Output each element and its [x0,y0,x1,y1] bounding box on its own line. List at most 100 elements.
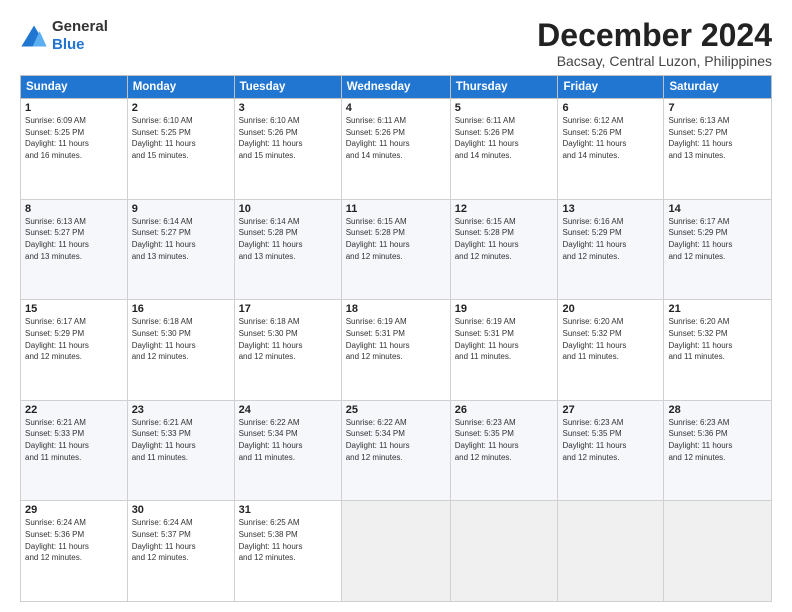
day-cell: 12Sunrise: 6:15 AMSunset: 5:28 PMDayligh… [450,199,558,300]
day-number: 14 [668,203,767,215]
day-info: Sunrise: 6:18 AMSunset: 5:30 PMDaylight:… [132,316,230,362]
day-info: Sunrise: 6:22 AMSunset: 5:34 PMDaylight:… [239,417,337,463]
day-cell: 25Sunrise: 6:22 AMSunset: 5:34 PMDayligh… [341,400,450,501]
col-header-monday: Monday [127,76,234,99]
day-number: 11 [346,203,446,215]
day-cell: 11Sunrise: 6:15 AMSunset: 5:28 PMDayligh… [341,199,450,300]
day-info: Sunrise: 6:18 AMSunset: 5:30 PMDaylight:… [239,316,337,362]
day-info: Sunrise: 6:10 AMSunset: 5:26 PMDaylight:… [239,115,337,161]
day-cell: 2Sunrise: 6:10 AMSunset: 5:25 PMDaylight… [127,99,234,200]
day-info: Sunrise: 6:12 AMSunset: 5:26 PMDaylight:… [562,115,659,161]
day-number: 15 [25,303,123,315]
day-number: 10 [239,203,337,215]
day-cell: 29Sunrise: 6:24 AMSunset: 5:36 PMDayligh… [21,501,128,602]
day-number: 22 [25,404,123,416]
day-info: Sunrise: 6:15 AMSunset: 5:28 PMDaylight:… [455,216,554,262]
logo-blue: Blue [52,36,85,53]
day-cell [341,501,450,602]
day-cell: 22Sunrise: 6:21 AMSunset: 5:33 PMDayligh… [21,400,128,501]
calendar-table: SundayMondayTuesdayWednesdayThursdayFrid… [20,75,772,602]
day-cell: 20Sunrise: 6:20 AMSunset: 5:32 PMDayligh… [558,300,664,401]
day-cell: 24Sunrise: 6:22 AMSunset: 5:34 PMDayligh… [234,400,341,501]
day-number: 28 [668,404,767,416]
day-number: 5 [455,102,554,114]
day-number: 4 [346,102,446,114]
day-number: 13 [562,203,659,215]
day-number: 6 [562,102,659,114]
day-number: 16 [132,303,230,315]
day-number: 21 [668,303,767,315]
day-number: 18 [346,303,446,315]
day-info: Sunrise: 6:22 AMSunset: 5:34 PMDaylight:… [346,417,446,463]
calendar-header: SundayMondayTuesdayWednesdayThursdayFrid… [21,76,772,99]
day-info: Sunrise: 6:17 AMSunset: 5:29 PMDaylight:… [668,216,767,262]
day-number: 26 [455,404,554,416]
day-info: Sunrise: 6:11 AMSunset: 5:26 PMDaylight:… [455,115,554,161]
week-row-5: 29Sunrise: 6:24 AMSunset: 5:36 PMDayligh… [21,501,772,602]
col-header-friday: Friday [558,76,664,99]
day-cell: 3Sunrise: 6:10 AMSunset: 5:26 PMDaylight… [234,99,341,200]
day-cell: 10Sunrise: 6:14 AMSunset: 5:28 PMDayligh… [234,199,341,300]
day-number: 19 [455,303,554,315]
day-cell: 1Sunrise: 6:09 AMSunset: 5:25 PMDaylight… [21,99,128,200]
col-header-thursday: Thursday [450,76,558,99]
day-cell [664,501,772,602]
day-info: Sunrise: 6:13 AMSunset: 5:27 PMDaylight:… [668,115,767,161]
day-info: Sunrise: 6:16 AMSunset: 5:29 PMDaylight:… [562,216,659,262]
day-info: Sunrise: 6:23 AMSunset: 5:36 PMDaylight:… [668,417,767,463]
week-row-3: 15Sunrise: 6:17 AMSunset: 5:29 PMDayligh… [21,300,772,401]
day-number: 20 [562,303,659,315]
week-row-1: 1Sunrise: 6:09 AMSunset: 5:25 PMDaylight… [21,99,772,200]
logo-text: General Blue [52,18,108,54]
day-number: 1 [25,102,123,114]
day-cell: 4Sunrise: 6:11 AMSunset: 5:26 PMDaylight… [341,99,450,200]
day-cell [450,501,558,602]
day-info: Sunrise: 6:20 AMSunset: 5:32 PMDaylight:… [668,316,767,362]
day-info: Sunrise: 6:23 AMSunset: 5:35 PMDaylight:… [455,417,554,463]
day-cell: 17Sunrise: 6:18 AMSunset: 5:30 PMDayligh… [234,300,341,401]
logo: General Blue [20,18,108,54]
day-number: 12 [455,203,554,215]
day-info: Sunrise: 6:14 AMSunset: 5:27 PMDaylight:… [132,216,230,262]
day-number: 27 [562,404,659,416]
day-info: Sunrise: 6:15 AMSunset: 5:28 PMDaylight:… [346,216,446,262]
day-info: Sunrise: 6:14 AMSunset: 5:28 PMDaylight:… [239,216,337,262]
day-cell: 13Sunrise: 6:16 AMSunset: 5:29 PMDayligh… [558,199,664,300]
day-number: 7 [668,102,767,114]
day-cell: 27Sunrise: 6:23 AMSunset: 5:35 PMDayligh… [558,400,664,501]
day-cell: 16Sunrise: 6:18 AMSunset: 5:30 PMDayligh… [127,300,234,401]
day-info: Sunrise: 6:23 AMSunset: 5:35 PMDaylight:… [562,417,659,463]
day-number: 2 [132,102,230,114]
day-info: Sunrise: 6:20 AMSunset: 5:32 PMDaylight:… [562,316,659,362]
day-cell: 23Sunrise: 6:21 AMSunset: 5:33 PMDayligh… [127,400,234,501]
month-title: December 2024 [537,18,772,53]
day-number: 8 [25,203,123,215]
header: General Blue December 2024 Bacsay, Centr… [20,18,772,69]
day-cell: 15Sunrise: 6:17 AMSunset: 5:29 PMDayligh… [21,300,128,401]
day-number: 25 [346,404,446,416]
day-info: Sunrise: 6:11 AMSunset: 5:26 PMDaylight:… [346,115,446,161]
day-info: Sunrise: 6:19 AMSunset: 5:31 PMDaylight:… [455,316,554,362]
day-info: Sunrise: 6:13 AMSunset: 5:27 PMDaylight:… [25,216,123,262]
day-cell: 31Sunrise: 6:25 AMSunset: 5:38 PMDayligh… [234,501,341,602]
day-number: 29 [25,504,123,516]
day-number: 3 [239,102,337,114]
day-cell: 26Sunrise: 6:23 AMSunset: 5:35 PMDayligh… [450,400,558,501]
col-header-saturday: Saturday [664,76,772,99]
day-cell: 18Sunrise: 6:19 AMSunset: 5:31 PMDayligh… [341,300,450,401]
day-info: Sunrise: 6:24 AMSunset: 5:36 PMDaylight:… [25,517,123,563]
day-cell: 28Sunrise: 6:23 AMSunset: 5:36 PMDayligh… [664,400,772,501]
week-row-2: 8Sunrise: 6:13 AMSunset: 5:27 PMDaylight… [21,199,772,300]
day-info: Sunrise: 6:10 AMSunset: 5:25 PMDaylight:… [132,115,230,161]
day-cell [558,501,664,602]
col-header-sunday: Sunday [21,76,128,99]
day-info: Sunrise: 6:19 AMSunset: 5:31 PMDaylight:… [346,316,446,362]
day-cell: 19Sunrise: 6:19 AMSunset: 5:31 PMDayligh… [450,300,558,401]
day-info: Sunrise: 6:21 AMSunset: 5:33 PMDaylight:… [132,417,230,463]
day-cell: 8Sunrise: 6:13 AMSunset: 5:27 PMDaylight… [21,199,128,300]
calendar-body: 1Sunrise: 6:09 AMSunset: 5:25 PMDaylight… [21,99,772,602]
day-number: 24 [239,404,337,416]
day-cell: 6Sunrise: 6:12 AMSunset: 5:26 PMDaylight… [558,99,664,200]
col-header-tuesday: Tuesday [234,76,341,99]
day-cell: 9Sunrise: 6:14 AMSunset: 5:27 PMDaylight… [127,199,234,300]
